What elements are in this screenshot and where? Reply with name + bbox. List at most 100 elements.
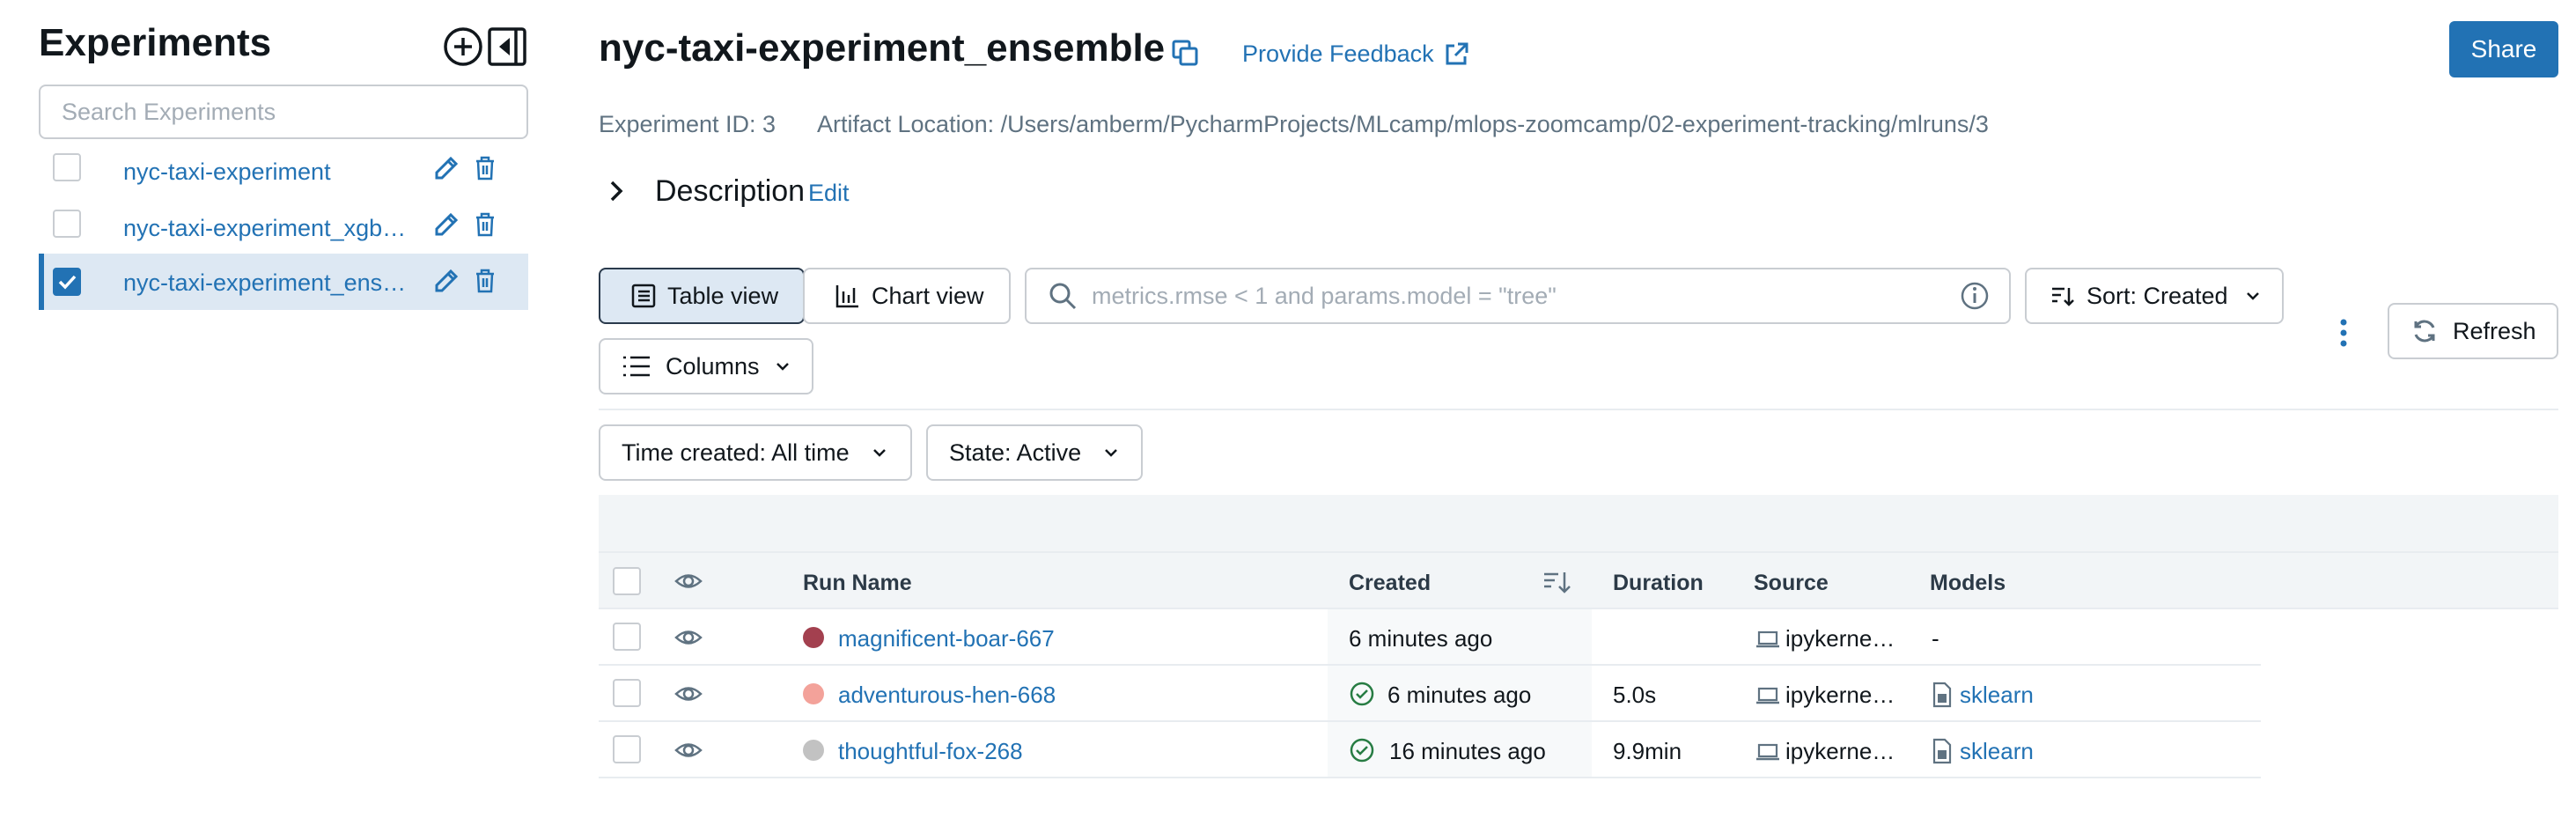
table-view-tab[interactable]: Table view xyxy=(599,268,805,324)
chevron-down-icon xyxy=(872,449,886,457)
pencil-icon xyxy=(435,212,459,236)
experiment-item[interactable]: nyc-taxi-experiment xyxy=(39,146,528,203)
eye-icon[interactable] xyxy=(674,623,703,652)
description-toggle[interactable] xyxy=(604,176,629,206)
experiment-checkbox[interactable] xyxy=(53,268,81,296)
refresh-icon xyxy=(2414,320,2435,343)
sidebar-collapse-icon xyxy=(488,27,526,66)
delete-experiment-button[interactable] xyxy=(474,211,497,238)
experiment-name-link[interactable]: nyc-taxi-experiment xyxy=(123,158,331,186)
delete-experiment-button[interactable] xyxy=(474,155,497,181)
run-color-dot xyxy=(803,740,824,761)
trash-icon xyxy=(476,269,494,293)
artifact-location: Artifact Location: /Users/amberm/Pycharm… xyxy=(817,111,1989,137)
selected-indicator xyxy=(39,254,44,310)
time-created-filter[interactable]: Time created: All time xyxy=(599,424,912,481)
header-created[interactable]: Created xyxy=(1349,571,1431,596)
model-file-icon xyxy=(1932,682,1952,708)
edit-experiment-button[interactable] xyxy=(431,266,461,296)
run-color-dot xyxy=(803,683,824,704)
sidebar-title: Experiments xyxy=(39,21,272,64)
edit-experiment-button[interactable] xyxy=(431,210,461,240)
eye-icon[interactable] xyxy=(674,736,703,764)
table-group-header xyxy=(599,495,2558,551)
sort-icon xyxy=(2052,287,2074,306)
table-row[interactable]: adventurous-hen-668 6 minutes ago 5.0s i… xyxy=(599,666,2261,722)
description-label: Description xyxy=(655,174,806,208)
delete-experiment-button[interactable] xyxy=(474,268,497,294)
run-name-link[interactable]: magnificent-boar-667 xyxy=(838,625,1055,652)
share-button[interactable]: Share xyxy=(2449,21,2558,77)
state-filter[interactable]: State: Active xyxy=(926,424,1143,481)
run-model: - xyxy=(1932,625,1939,652)
check-circle-icon xyxy=(1350,738,1374,763)
eye-icon[interactable] xyxy=(674,680,703,708)
search-experiments-placeholder: Search Experiments xyxy=(62,98,276,125)
header-duration[interactable]: Duration xyxy=(1613,571,1704,596)
bar-chart-icon xyxy=(835,285,858,308)
row-checkbox[interactable] xyxy=(613,735,641,763)
table-row[interactable]: thoughtful-fox-268 16 minutes ago 9.9min… xyxy=(599,722,2261,778)
chart-view-tab[interactable]: Chart view xyxy=(803,268,1011,324)
run-source: ipykerne… xyxy=(1785,682,1895,708)
trash-icon xyxy=(476,212,494,237)
run-name-link[interactable]: adventurous-hen-668 xyxy=(838,682,1056,709)
experiment-item[interactable]: nyc-taxi-experiment_xgb… xyxy=(39,203,528,259)
sort-dropdown[interactable]: Sort: Created xyxy=(2025,268,2284,324)
run-model-link[interactable]: sklearn xyxy=(1960,738,2034,765)
columns-label: Columns xyxy=(666,352,760,380)
run-created: 6 minutes ago xyxy=(1387,682,1532,708)
state-label: State: Active xyxy=(949,439,1082,466)
table-row[interactable]: magnificent-boar-667 6 minutes ago ipyke… xyxy=(599,609,2261,666)
eye-icon[interactable] xyxy=(674,567,703,595)
chevron-down-icon xyxy=(776,363,789,371)
run-model-link[interactable]: sklearn xyxy=(1960,682,2034,709)
chevron-down-icon xyxy=(2246,292,2259,300)
chart-view-label: Chart view xyxy=(872,282,984,309)
experiment-checkbox[interactable] xyxy=(53,153,81,181)
description-edit-link[interactable]: Edit xyxy=(808,180,850,207)
header-run-name[interactable]: Run Name xyxy=(803,571,912,596)
search-experiments-input[interactable]: Search Experiments xyxy=(39,85,528,139)
runs-search-placeholder: metrics.rmse < 1 and params.model = "tre… xyxy=(1092,282,1557,309)
header-source[interactable]: Source xyxy=(1754,571,1829,596)
experiment-id: Experiment ID: 3 xyxy=(599,111,776,137)
kebab-menu-icon xyxy=(2340,319,2347,347)
refresh-label: Refresh xyxy=(2453,317,2536,344)
run-duration: 5.0s xyxy=(1613,682,1657,708)
copy-icon xyxy=(1172,40,1198,66)
experiment-name-link[interactable]: nyc-taxi-experiment_xgb… xyxy=(123,215,406,242)
run-name-link[interactable]: thoughtful-fox-268 xyxy=(838,738,1023,765)
table-header-row: Run Name Created Duration Source Models xyxy=(599,551,2558,609)
model-file-icon xyxy=(1932,738,1952,764)
select-all-checkbox[interactable] xyxy=(613,567,641,595)
chevron-right-icon xyxy=(610,181,623,202)
refresh-button[interactable]: Refresh xyxy=(2388,303,2558,359)
provide-feedback-link[interactable]: Provide Feedback xyxy=(1242,41,1469,68)
info-icon[interactable] xyxy=(1960,281,1990,311)
create-experiment-button[interactable] xyxy=(443,26,483,67)
row-checkbox[interactable] xyxy=(613,679,641,707)
more-options-button[interactable] xyxy=(2335,317,2352,349)
runs-search-input[interactable]: metrics.rmse < 1 and params.model = "tre… xyxy=(1025,268,2011,324)
columns-dropdown[interactable]: Columns xyxy=(599,338,813,394)
row-checkbox[interactable] xyxy=(613,623,641,651)
header-models[interactable]: Models xyxy=(1930,571,2006,596)
experiment-checkbox[interactable] xyxy=(53,210,81,238)
experiment-item-selected[interactable]: nyc-taxi-experiment_ens… xyxy=(39,254,528,310)
run-color-dot xyxy=(803,627,824,648)
chevron-down-icon xyxy=(1105,449,1117,457)
run-created: 16 minutes ago xyxy=(1389,738,1546,764)
laptop-icon xyxy=(1756,630,1779,648)
table-view-label: Table view xyxy=(667,282,779,309)
external-link-icon xyxy=(1446,42,1468,64)
list-icon xyxy=(623,356,650,377)
edit-experiment-button[interactable] xyxy=(431,153,461,183)
collapse-sidebar-button[interactable] xyxy=(487,26,527,67)
experiment-name-link[interactable]: nyc-taxi-experiment_ens… xyxy=(123,269,406,297)
toolbar-divider xyxy=(599,409,2558,410)
sort-descending-icon[interactable] xyxy=(1542,569,1572,595)
sort-label: Sort: Created xyxy=(2087,282,2228,309)
checkmark-icon xyxy=(58,275,77,290)
copy-title-button[interactable] xyxy=(1171,39,1199,67)
